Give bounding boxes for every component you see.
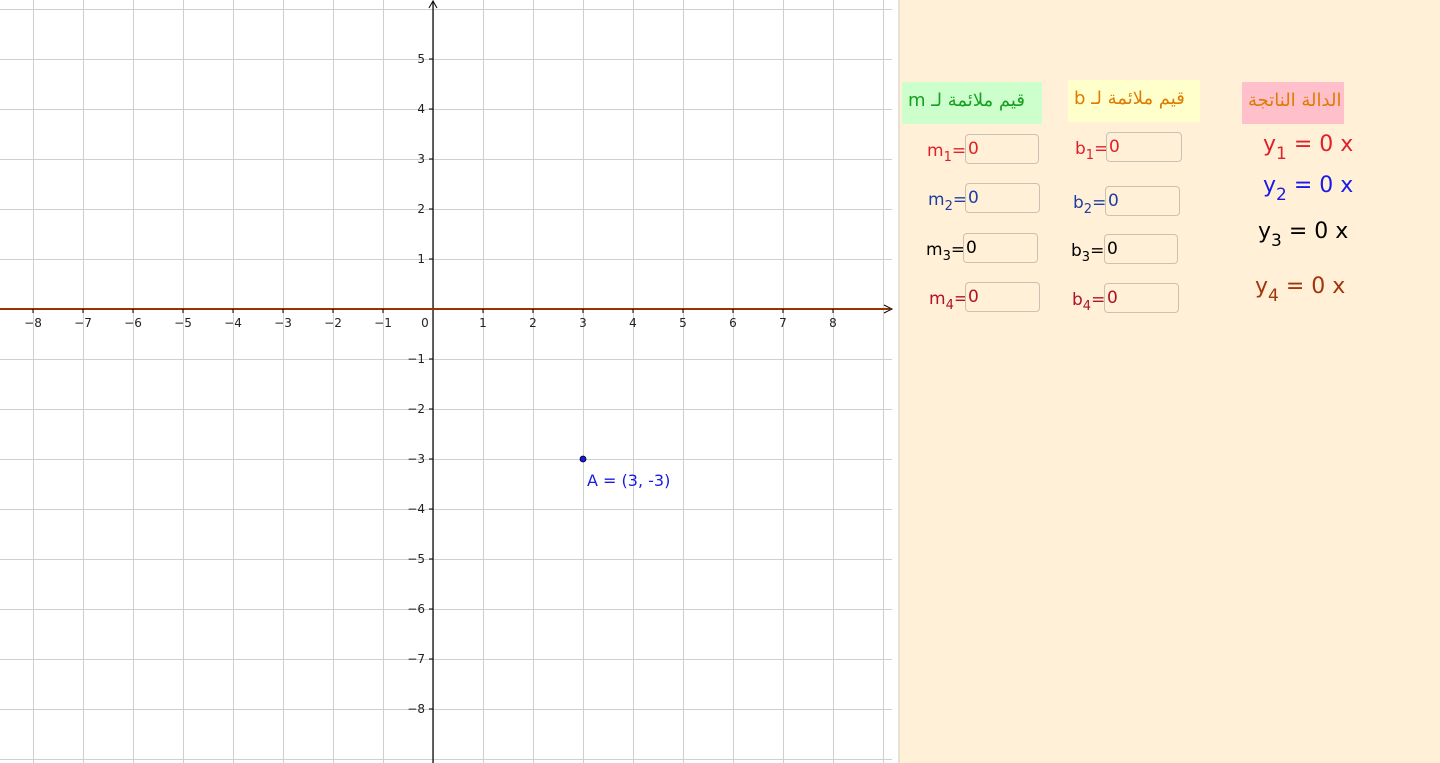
x-tick-label: −6 — [124, 316, 142, 330]
b-values-header: قيم ملائمة لـ b — [1068, 80, 1200, 122]
m3-label: m3= — [926, 240, 966, 264]
y-tick-label: 4 — [417, 102, 425, 116]
y1-result: y1 = 0 x — [1263, 132, 1354, 164]
b2-input[interactable]: 0 — [1105, 186, 1180, 216]
m2-label: m2= — [928, 190, 968, 214]
y-tick-label: 3 — [417, 152, 425, 166]
graphics-view[interactable]: −8 −7 −6 −5 −4 −3 −2 −1 0 1 2 3 4 5 6 7 8 5 4 3 2 1 −1 −2 −3 −4 −5… — [0, 0, 898, 763]
b1-label: b1= — [1075, 139, 1109, 163]
b4-label: b4= — [1072, 290, 1106, 314]
m2-input[interactable]: 0 — [965, 183, 1040, 213]
x-tick-label: 6 — [729, 316, 737, 330]
m4-input[interactable]: 0 — [965, 282, 1040, 312]
y-tick-label: −5 — [407, 552, 425, 566]
y2-result: y2 = 0 x — [1263, 173, 1354, 205]
y-tick-label: 1 — [417, 252, 425, 266]
y-tick-label: −8 — [407, 702, 425, 716]
y4-result: y4 = 0 x — [1255, 274, 1346, 306]
x-tick-label: 0 — [421, 316, 429, 330]
b3-label: b3= — [1071, 241, 1105, 265]
x-tick-label: 7 — [779, 316, 787, 330]
x-tick-label: −3 — [274, 316, 292, 330]
coordinate-plane[interactable]: −8 −7 −6 −5 −4 −3 −2 −1 0 1 2 3 4 5 6 7 8 5 4 3 2 1 −1 −2 −3 −4 −5… — [0, 0, 898, 763]
x-tick-label: 4 — [629, 316, 637, 330]
x-tick-label: 2 — [529, 316, 537, 330]
m1-input[interactable]: 0 — [965, 134, 1039, 164]
y-tick-label: 5 — [417, 52, 425, 66]
y-tick-label: −6 — [407, 602, 425, 616]
x-tick-label: 1 — [479, 316, 487, 330]
y-tick-label: −2 — [407, 402, 425, 416]
y3-result: y3 = 0 x — [1258, 219, 1349, 251]
y-tick-label: −1 — [407, 352, 425, 366]
x-tick-label: −8 — [24, 316, 42, 330]
x-tick-label: 8 — [829, 316, 837, 330]
y-tick-label: 2 — [417, 202, 425, 216]
m4-label: m4= — [929, 289, 969, 313]
m3-input[interactable]: 0 — [963, 233, 1038, 263]
x-tick-label: −5 — [174, 316, 192, 330]
x-tick-label: 5 — [679, 316, 687, 330]
x-tick-label: −1 — [374, 316, 392, 330]
b1-input[interactable]: 0 — [1106, 132, 1182, 162]
m-values-header: قيم ملائمة لـ m — [902, 82, 1042, 124]
m1-label: m1= — [927, 141, 967, 165]
y-tick-label: −4 — [407, 502, 425, 516]
x-tick-label: −4 — [224, 316, 242, 330]
y-tick-label: −3 — [407, 452, 425, 466]
x-tick-label: −2 — [324, 316, 342, 330]
b2-label: b2= — [1073, 193, 1107, 217]
point-a[interactable] — [579, 455, 587, 463]
result-function-header: الدالة الناتجة — [1242, 82, 1344, 124]
b3-input[interactable]: 0 — [1104, 234, 1178, 264]
x-tick-label: 3 — [579, 316, 587, 330]
control-panel: قيم ملائمة لـ m قيم ملائمة لـ b الدالة ا… — [898, 0, 1440, 763]
b4-input[interactable]: 0 — [1104, 283, 1179, 313]
y-tick-label: −7 — [407, 652, 425, 666]
x-tick-label: −7 — [74, 316, 92, 330]
point-a-label: A = (3, -3) — [587, 471, 670, 490]
